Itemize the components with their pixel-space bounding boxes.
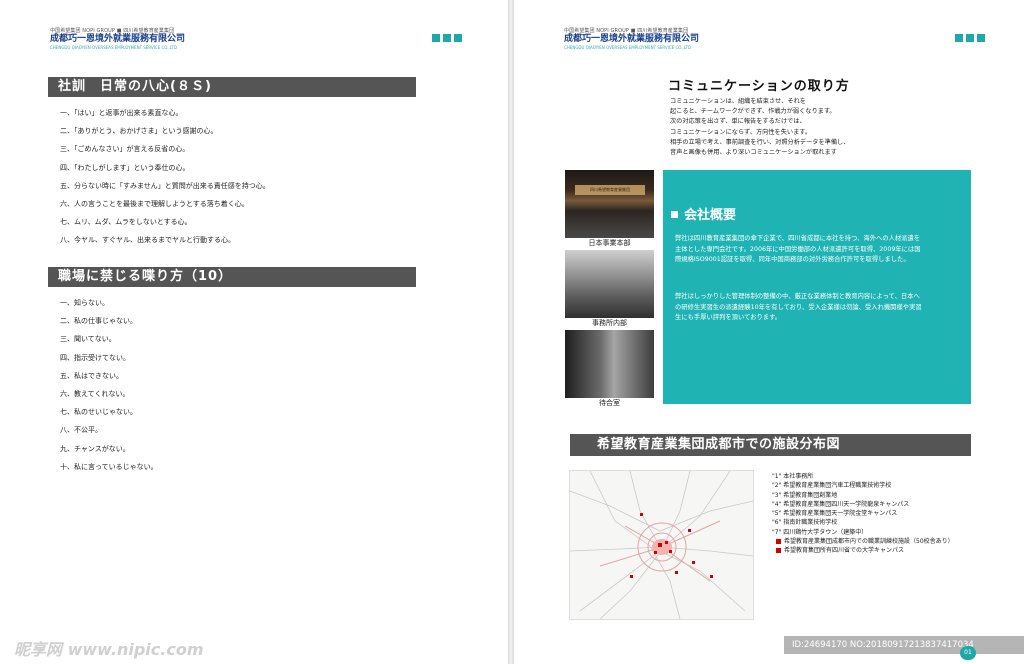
- photo-office-interior: [565, 250, 654, 318]
- text-line: コミュニケーションは、組織を結束させ、それを: [670, 98, 806, 105]
- map-legend: "1" 本社事務所 "2" 希望教育産業集団汽車工程職業技術学校 "3" 希望教育集…: [772, 472, 954, 556]
- list-item: 四、指示受けてない。: [60, 353, 130, 362]
- list-item: 十、私に言っているじゃない。: [60, 462, 158, 471]
- company-english-name: CHENGDU QIAOYIEN OVERSEAS EMPLOYMENT SER…: [50, 45, 177, 50]
- list-item: 二、「ありがとう、おかげさま」という感謝の心。: [60, 127, 218, 136]
- red-marker-icon: [776, 539, 781, 545]
- list-item: 二、私の仕事じゃない。: [60, 317, 137, 326]
- list-item: 八、不公平。: [60, 426, 102, 435]
- overview-title: 会社概要: [671, 204, 736, 223]
- legend-item-label: 希望教育産業集団成都市内での職業訓練校施設（50校舎あり）: [784, 538, 954, 546]
- caption-japan-headquarters: 日本事業本部: [588, 239, 631, 247]
- watermark-left: 昵享网 www.nipic.com: [14, 640, 204, 659]
- list-item: 九、チャンスがない。: [60, 444, 130, 453]
- right-page: 中国希望集团 NOPI GROUP ■ 四川希望教育産業集団 成都巧一恩境外就業…: [514, 0, 1024, 664]
- motto-list: 一、「はい」と返事が出来る素直な心。二、「ありがとう、おかげさま」という感謝の心…: [60, 108, 270, 254]
- company-overview-panel: 会社概要 弊社は四川教育産業集団の傘下企業で、四川省成都に本社を持つ、海外への人…: [663, 170, 971, 404]
- company-name: 成都巧一恩境外就業服務有限公司: [50, 34, 186, 44]
- list-item: 三、「ごめんなさい」が言える反省の心。: [60, 145, 190, 154]
- list-item: 四、「わたしがします」という奉仕の心。: [60, 163, 190, 172]
- map-section-title: 希望教育産業集団成都市での施設分布図: [570, 434, 971, 456]
- section-title-forbidden-phrases: 職場に禁じる喋り方（10）: [48, 267, 416, 287]
- photo-waiting-room: [565, 330, 654, 398]
- communication-title: コミュニケーションの取り方: [668, 79, 850, 94]
- legend-item: "4" 希望教育産業集団四川天一学院龍泉キャンパス: [772, 500, 910, 508]
- list-item: 三、聞いてない。: [60, 335, 116, 344]
- header-top-line: 中国希望集团 NOPI GROUP ■ 四川希望教育産業集団: [564, 28, 689, 34]
- text-line: 音声と画像も併用、より深いコミュニケーションが取れます: [670, 149, 837, 157]
- map-graphic: [569, 470, 754, 620]
- facility-map: [569, 470, 754, 620]
- teal-square-icon: [454, 34, 462, 42]
- teal-square-icon: [955, 34, 963, 42]
- legend-item: "7" 四川鶏竹大学タウン（建築中）: [772, 528, 868, 536]
- header-squares-right: [955, 34, 985, 42]
- list-item: 一、「はい」と返事が出来る素直な心。: [60, 109, 183, 117]
- watermark-right: ID:24694170 NO:20180917213837417034: [784, 636, 1024, 654]
- legend-item: "2" 希望教育産業集団汽車工程職業技術学校: [772, 482, 892, 490]
- text-line: 次の対応策を出さず、単に報告をするだけでは、: [670, 118, 806, 126]
- caption-office-interior: 事務所内部: [592, 319, 627, 327]
- header-squares-left: [432, 34, 462, 42]
- list-item: 七、ムリ、ムダ、ムラをしないとする心。: [60, 218, 192, 227]
- list-item: 五、分らない時に「すみません」と質問が出来る責任感を持つ心。: [60, 181, 270, 190]
- header-top-line: 中国希望集团 NOPI GROUP ■ 四川希望教育産業集団: [50, 28, 175, 34]
- legend-item: "3" 希望教育集団創業地: [772, 491, 838, 499]
- legend-item-label: 希望教育集団所有四川省での大学キャンパス: [784, 547, 905, 555]
- teal-square-icon: [977, 34, 985, 42]
- caption-waiting-room: 待合室: [599, 399, 620, 407]
- overview-paragraph-1: 弊社は四川教育産業集団の傘下企業で、四川省成都に本社を持つ、海外への人材派遣を主…: [675, 235, 921, 263]
- company-english-name: CHENGDU QIAOYIEN OVERSEAS EMPLOYMENT SER…: [564, 45, 691, 50]
- communication-text: コミュニケーションは、組織を結束させ、それを起こると、チームワークができず、作戦…: [670, 97, 849, 158]
- list-item: 七、私のせいじゃない。: [60, 408, 137, 417]
- photo-sign: 四川希望教育産業集団: [575, 185, 645, 195]
- list-item: 六、教えてくれない。: [60, 389, 130, 398]
- text-line: 相手の立場で考え、事前調査を行い、対照分析データを準備し、: [670, 138, 850, 146]
- list-item: 八、今ヤル、すぐヤル、出来るまでヤルと行動する心。: [60, 236, 235, 245]
- page-number: 01: [960, 646, 976, 660]
- photo-japan-headquarters: 四川希望教育産業集団: [565, 170, 654, 238]
- legend-item: "1" 本社事務所: [772, 473, 814, 480]
- list-item: 五、私はできない。: [60, 371, 123, 380]
- text-line: コミュニケーションにならず、方向性を失います。: [670, 128, 812, 136]
- text-line: 起こると、チームワークができず、作戦力が弱くなります。: [670, 108, 836, 116]
- company-name: 成都巧一恩境外就業服務有限公司: [564, 34, 700, 44]
- teal-square-icon: [432, 34, 440, 42]
- red-marker-icon: [776, 548, 781, 554]
- legend-item-marked: 希望教育集団所有四川省での大学キャンパス: [772, 546, 954, 555]
- overview-paragraph-2: 弊社はしっかりした管理体制の整備の中、厳正な業務体制と教育内容によって、日本への…: [675, 293, 922, 321]
- forbidden-phrases-list: 一、知らない。二、私の仕事じゃない。 三、聞いてない。四、指示受けてない。 五、私は…: [60, 298, 158, 480]
- legend-item: "6" 指南針職業技術学校: [772, 519, 838, 527]
- overview-title-text: 会社概要: [684, 208, 737, 223]
- teal-square-icon: [443, 34, 451, 42]
- section-title-company-motto: 社訓 日常の八心(８Ｓ): [48, 77, 416, 97]
- left-header: 中国希望集团 NOPI GROUP ■ 四川希望教育産業集団 成都巧一恩境外就業…: [50, 27, 185, 50]
- square-bullet-icon: [671, 211, 678, 218]
- legend-item-marked: 希望教育産業集団成都市内での職業訓練校施設（50校舎あり）: [772, 537, 954, 546]
- right-header: 中国希望集团 NOPI GROUP ■ 四川希望教育産業集団 成都巧一恩境外就業…: [564, 27, 699, 50]
- legend-item: "5" 希望教育産業集団天一学院金堂キャンパス: [772, 510, 898, 518]
- list-item: 一、知らない。: [60, 299, 109, 307]
- teal-square-icon: [966, 34, 974, 42]
- list-item: 六、人の言うことを最後まで理解しようとする落ち着く心。: [60, 199, 249, 208]
- left-page: 中国希望集团 NOPI GROUP ■ 四川希望教育産業集団 成都巧一恩境外就業…: [0, 0, 508, 664]
